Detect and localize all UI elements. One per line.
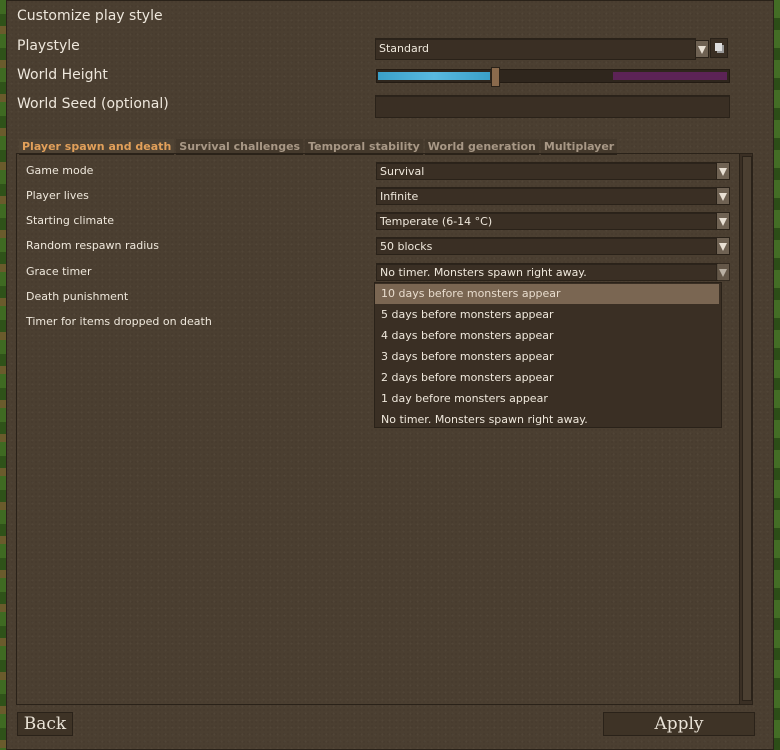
chevron-down-icon[interactable] bbox=[716, 237, 730, 255]
game-mode-select[interactable]: Survival bbox=[376, 162, 718, 180]
world-height-max-zone bbox=[613, 72, 727, 80]
grace-timer-label: Grace timer bbox=[26, 265, 92, 278]
death-punishment-label: Death punishment bbox=[26, 290, 129, 303]
chevron-down-icon[interactable] bbox=[716, 162, 730, 180]
background-terrain-right bbox=[774, 0, 780, 750]
dropdown-option[interactable]: 4 days before monsters appear bbox=[375, 326, 719, 346]
scrollbar-thumb[interactable] bbox=[742, 156, 752, 701]
apply-button[interactable]: Apply bbox=[603, 712, 755, 736]
world-height-slider-handle[interactable] bbox=[491, 67, 500, 87]
dropdown-option[interactable]: 2 days before monsters appear bbox=[375, 368, 719, 388]
back-button[interactable]: Back bbox=[17, 712, 73, 736]
chevron-down-icon[interactable] bbox=[716, 187, 730, 205]
dropdown-option[interactable]: 3 days before monsters appear bbox=[375, 347, 719, 367]
playstyle-value: Standard bbox=[379, 42, 430, 55]
playstyle-select[interactable]: Standard bbox=[375, 38, 696, 60]
chevron-down-icon[interactable] bbox=[695, 40, 709, 58]
copy-icon[interactable] bbox=[710, 38, 728, 58]
world-seed-input[interactable] bbox=[375, 95, 730, 118]
settings-scrollbar[interactable] bbox=[739, 153, 753, 705]
grace-timer-dropdown-list: 10 days before monsters appear 5 days be… bbox=[374, 282, 722, 428]
player-lives-label: Player lives bbox=[26, 189, 89, 202]
dropdown-option[interactable]: 5 days before monsters appear bbox=[375, 305, 719, 325]
starting-climate-select[interactable]: Temperate (6-14 °C) bbox=[376, 212, 718, 230]
player-lives-select[interactable]: Infinite bbox=[376, 187, 718, 205]
chevron-down-icon[interactable] bbox=[716, 263, 730, 281]
grace-timer-select[interactable]: No timer. Monsters spawn right away. bbox=[376, 263, 718, 281]
random-respawn-radius-select[interactable]: 50 blocks bbox=[376, 237, 718, 255]
random-respawn-radius-label: Random respawn radius bbox=[26, 239, 160, 252]
item-drop-timer-label: Timer for items dropped on death bbox=[26, 315, 212, 328]
customize-playstyle-dialog: Customize play style Playstyle Standard … bbox=[6, 0, 774, 750]
game-mode-label: Game mode bbox=[26, 164, 94, 177]
dropdown-option[interactable]: No timer. Monsters spawn right away. bbox=[375, 410, 719, 430]
dropdown-option[interactable]: 1 day before monsters appear bbox=[375, 389, 719, 409]
dropdown-option[interactable]: 10 days before monsters appear bbox=[375, 284, 719, 304]
world-height-label: World Height bbox=[17, 67, 108, 83]
world-height-slider[interactable] bbox=[376, 67, 730, 87]
chevron-down-icon[interactable] bbox=[716, 212, 730, 230]
dialog-title: Customize play style bbox=[17, 8, 163, 24]
world-height-fill bbox=[378, 72, 490, 80]
playstyle-label: Playstyle bbox=[17, 38, 80, 54]
starting-climate-label: Starting climate bbox=[26, 214, 115, 227]
world-seed-label: World Seed (optional) bbox=[17, 96, 169, 112]
